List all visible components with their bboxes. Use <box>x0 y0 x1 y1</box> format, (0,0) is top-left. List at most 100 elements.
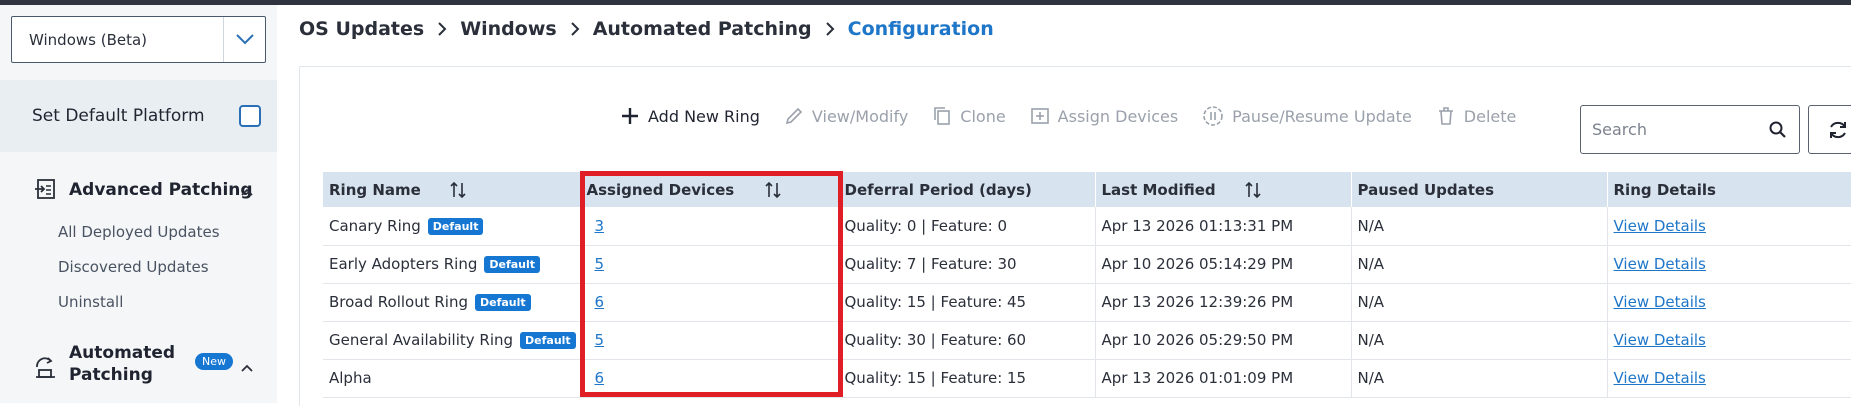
search-input[interactable]: Search <box>1580 105 1800 154</box>
view-details-link[interactable]: View Details <box>1614 331 1706 349</box>
col-ring-name[interactable]: Ring Name <box>323 172 581 207</box>
top-bar <box>0 0 1851 5</box>
sort-icon[interactable] <box>449 181 467 199</box>
add-new-ring-label: Add New Ring <box>648 106 760 126</box>
assigned-devices-link[interactable]: 3 <box>595 217 605 235</box>
deferral-cell: Quality: 0 | Feature: 0 <box>838 207 1096 246</box>
default-badge: Default <box>475 294 531 311</box>
ring-name-cell: Canary Ring Default <box>323 207 581 246</box>
table-row[interactable]: Broad Rollout Ring Default 6 Quality: 15 … <box>323 283 1851 322</box>
deferral-cell: Quality: 15 | Feature: 45 <box>838 283 1096 322</box>
pause-resume-label: Pause/Resume Update <box>1232 106 1412 126</box>
sidebar: Windows (Beta) Set Default Platform Adva… <box>0 5 277 403</box>
new-badge: New <box>195 353 233 370</box>
chevron-right-icon <box>570 22 580 36</box>
view-modify-label: View/Modify <box>811 106 909 126</box>
nav-discovered-updates[interactable]: Discovered Updates <box>58 258 209 276</box>
ring-name: Canary Ring <box>329 216 421 235</box>
last-modified-cell: Apr 13 2026 12:39:26 PM <box>1095 283 1352 322</box>
nav-uninstall[interactable]: Uninstall <box>58 293 123 311</box>
deferral-cell: Quality: 7 | Feature: 30 <box>838 245 1096 284</box>
assigned-devices-link[interactable]: 5 <box>595 255 605 273</box>
breadcrumb: OS Updates Windows Automated Patching Co… <box>299 18 994 40</box>
chevron-down-icon[interactable] <box>223 17 265 62</box>
chevron-right-icon <box>825 22 835 36</box>
breadcrumb-os-updates[interactable]: OS Updates <box>299 18 424 40</box>
default-badge: Default <box>427 217 484 235</box>
assigned-devices-cell: 6 <box>580 359 839 398</box>
platform-select-value: Windows (Beta) <box>29 30 148 49</box>
col-paused-updates-label: Paused Updates <box>1357 180 1495 199</box>
search-icon[interactable] <box>1769 121 1787 139</box>
clone-label: Clone <box>960 106 1006 126</box>
refresh-icon <box>1830 121 1846 138</box>
pencil-icon <box>785 107 803 125</box>
ring-name-cell: Alpha <box>323 359 581 398</box>
view-details-link[interactable]: View Details <box>1614 217 1706 235</box>
table-row[interactable]: General Availability Ring Default 5 Quali… <box>323 321 1851 360</box>
ring-details-cell: View Details <box>1607 359 1851 398</box>
table-header-row: Ring Name Assigned Devices Deferral Peri… <box>323 172 1851 207</box>
breadcrumb-configuration: Configuration <box>847 18 994 40</box>
col-assigned-devices-label: Assigned Devices <box>586 180 735 199</box>
chevron-up-icon[interactable] <box>241 357 253 376</box>
view-details-link[interactable]: View Details <box>1614 293 1706 311</box>
ring-details-cell: View Details <box>1607 207 1851 246</box>
add-new-ring-button[interactable]: Add New Ring <box>620 106 760 126</box>
default-badge: Default <box>484 256 541 273</box>
nav-automated-patching-line2: Patching <box>69 365 153 385</box>
nav-advanced-patching[interactable]: Advanced Patching <box>0 175 277 205</box>
sort-icon[interactable] <box>764 181 782 199</box>
automation-icon <box>33 355 59 385</box>
col-ring-details-label: Ring Details <box>1613 180 1716 199</box>
col-paused-updates: Paused Updates <box>1351 172 1608 207</box>
assign-devices-label: Assign Devices <box>1057 106 1179 126</box>
default-badge: Default <box>520 332 576 349</box>
chevron-up-icon[interactable] <box>241 181 253 200</box>
platform-select[interactable]: Windows (Beta) <box>11 16 266 63</box>
last-modified-cell: Apr 13 2026 01:13:31 PM <box>1095 207 1352 246</box>
assigned-devices-link[interactable]: 6 <box>595 369 605 387</box>
table-row[interactable]: Early Adopters Ring Default 5 Quality: 7 … <box>323 245 1851 284</box>
clone-button[interactable]: Clone <box>932 106 1006 126</box>
toolbar: Add New Ring View/Modify Clone Assign De… <box>620 105 1540 127</box>
table-row[interactable]: Alpha 6 Quality: 15 | Feature: 15 Apr 13… <box>323 359 1851 398</box>
add-box-icon <box>1030 108 1049 124</box>
sort-icon[interactable] <box>1244 181 1262 199</box>
ring-details-cell: View Details <box>1607 321 1851 360</box>
assigned-devices-link[interactable]: 5 <box>595 331 605 349</box>
assigned-devices-cell: 5 <box>580 245 839 284</box>
col-last-modified-label: Last Modified <box>1101 180 1216 199</box>
breadcrumb-automated-patching[interactable]: Automated Patching <box>593 18 812 40</box>
nav-all-deployed-updates[interactable]: All Deployed Updates <box>58 223 220 241</box>
ring-details-cell: View Details <box>1607 245 1851 284</box>
deferral-cell: Quality: 30 | Feature: 60 <box>838 321 1096 360</box>
view-details-link[interactable]: View Details <box>1614 369 1706 387</box>
view-modify-button[interactable]: View/Modify <box>784 106 908 126</box>
pause-resume-button[interactable]: Pause/Resume Update <box>1202 105 1412 127</box>
plus-icon <box>622 108 638 124</box>
assigned-devices-link[interactable]: 6 <box>595 293 605 311</box>
set-default-platform-label: Set Default Platform <box>32 106 205 126</box>
deferral-cell: Quality: 15 | Feature: 15 <box>838 359 1096 398</box>
assigned-devices-cell: 5 <box>580 321 839 360</box>
paused-updates-cell: N/A <box>1351 359 1608 398</box>
col-last-modified[interactable]: Last Modified <box>1095 172 1352 207</box>
view-details-link[interactable]: View Details <box>1614 255 1706 273</box>
search-placeholder: Search <box>1592 120 1647 139</box>
assign-devices-button[interactable]: Assign Devices <box>1030 106 1179 126</box>
nav-advanced-patching-label: Advanced Patching <box>69 180 253 200</box>
nav-automated-patching[interactable]: Automated Patching New <box>0 343 277 393</box>
ring-details-cell: View Details <box>1607 283 1851 322</box>
col-assigned-devices[interactable]: Assigned Devices <box>580 172 839 207</box>
breadcrumb-windows[interactable]: Windows <box>460 18 557 40</box>
delete-label: Delete <box>1463 106 1517 126</box>
paused-updates-cell: N/A <box>1351 283 1608 322</box>
refresh-button[interactable] <box>1808 105 1851 154</box>
table-row[interactable]: Canary Ring Default 3 Quality: 0 | Featur… <box>323 207 1851 246</box>
pause-cycle-icon <box>1203 106 1223 126</box>
delete-button[interactable]: Delete <box>1436 106 1517 126</box>
assigned-devices-cell: 3 <box>580 207 839 246</box>
set-default-platform-checkbox[interactable] <box>239 105 261 127</box>
set-default-platform-row: Set Default Platform <box>0 80 277 152</box>
